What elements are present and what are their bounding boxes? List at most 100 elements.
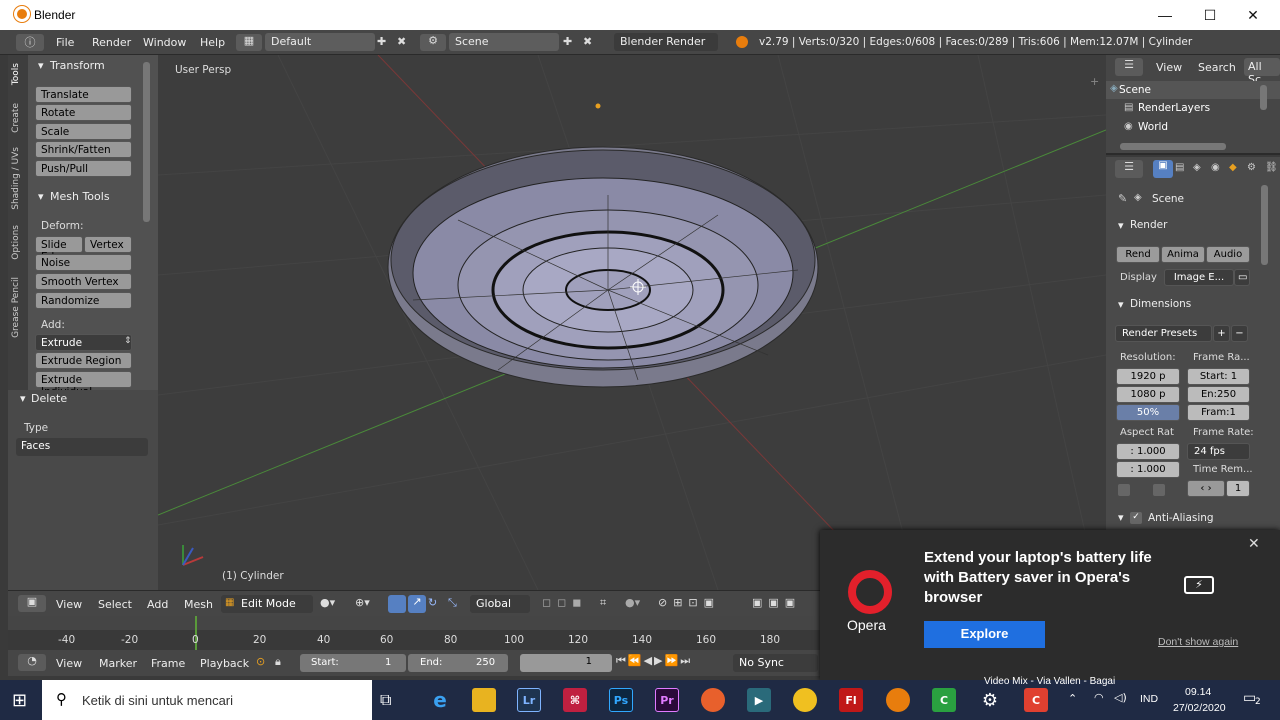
photoshop-icon[interactable]: Ps [609,688,633,712]
render-engine-select[interactable]: Blender Render [614,33,718,51]
explore-button[interactable]: Explore [924,621,1045,648]
tab-create[interactable]: Create [11,103,25,133]
close-popup-icon[interactable]: ✕ [1248,536,1260,552]
timeline[interactable]: -40 -20 0 20 40 60 80 100 120 140 160 18… [8,616,820,650]
scene-context-icon[interactable]: ◈ [1193,162,1201,173]
lock-icon[interactable]: 🔒︎ [275,655,281,669]
add-scene-icon[interactable]: ✚ [563,35,572,48]
timeline-editor-icon[interactable]: ◔ [18,654,46,671]
camtasia-icon[interactable]: C [932,688,956,712]
noise-button[interactable]: Noise [35,254,132,271]
close-window-button[interactable]: ✕ [1230,0,1276,30]
lightroom-icon[interactable]: Lr [517,688,541,712]
display-window-icon[interactable]: ▭ [1234,269,1250,286]
vertex-slide-button[interactable]: Vertex [84,236,132,253]
layout-icon[interactable]: ▦ [236,34,262,51]
mesh-tools-arrow[interactable]: ▾ [38,190,44,203]
minimize-button[interactable]: — [1142,0,1188,30]
snap-icons[interactable]: ⊘⊞⊡▣ [658,596,720,609]
shrink-fatten-button[interactable]: Shrink/Fatten [35,141,132,158]
properties-editor-icon[interactable]: ☰ [1115,160,1143,178]
premiere-icon[interactable]: Pr [655,688,679,712]
orientation-select[interactable]: Global [470,595,530,613]
proportional-edit-icon[interactable]: ●▾ [625,596,640,609]
tab-tools[interactable]: Tools [11,63,25,85]
properties-scrollbar[interactable] [1261,185,1268,265]
frame-step-field[interactable]: Fram:1 [1187,404,1250,421]
pin-icon[interactable]: ✎ [1118,192,1127,205]
outliner-editor-icon[interactable]: ☰ [1115,58,1143,76]
randomize-button[interactable]: Randomize [35,292,132,309]
remove-layout-icon[interactable]: ✖ [397,35,406,48]
outliner-world[interactable]: World [1138,121,1168,133]
time-old-field[interactable]: ‹ › [1187,480,1225,497]
playback-controls-icons[interactable]: ⏮⏪◀▶⏩⏭ [616,654,692,668]
input-language[interactable]: IND [1140,693,1158,705]
border-checkbox[interactable] [1118,484,1130,496]
capture-app-icon[interactable]: C [1024,688,1048,712]
select-menu[interactable]: Select [98,598,132,611]
frame-rate-select[interactable]: 24 fps [1187,443,1250,460]
constraint-context-icon[interactable]: ⛓ [1265,162,1278,173]
chrome-canary-icon[interactable] [793,688,817,712]
dimensions-panel-title[interactable]: Dimensions [1130,298,1191,310]
add-layout-icon[interactable]: ✚ [377,35,386,48]
tab-options[interactable]: Options [11,225,25,260]
outliner-search-menu[interactable]: Search [1198,61,1236,74]
edge-icon[interactable]: e [428,688,452,712]
mode-select[interactable]: Edit Mode [221,595,313,613]
slide-edge-button[interactable]: Slide Ed [35,236,83,263]
settings-icon[interactable]: ⚙ [978,688,1002,712]
manipulator-icon[interactable] [388,595,406,613]
time-new-field[interactable]: 1 [1226,480,1250,497]
anti-aliasing-panel-title[interactable]: Anti-Aliasing [1148,512,1214,524]
tab-grease-pencil[interactable]: Grease Pencil [11,277,25,338]
resolution-x-field[interactable]: 1920 p [1116,368,1180,385]
select-mode-icons[interactable]: ◻◻◼ [542,596,587,609]
add-menu[interactable]: Add [147,598,168,611]
frame-menu[interactable]: Frame [151,657,185,670]
add-preset-icon[interactable]: + [1213,325,1230,342]
object-context-icon[interactable]: ◆ [1229,162,1237,173]
shading-select-icon[interactable]: ●▾ [320,596,335,609]
aspect-y-field[interactable]: : 1.000 [1116,461,1180,478]
world-context-icon[interactable]: ◉ [1211,162,1220,173]
playback-menu[interactable]: Playback [200,657,249,670]
mesh-tools-panel-title[interactable]: Mesh Tools [50,190,110,203]
outliner-view-menu[interactable]: View [1156,61,1182,74]
render-context-icon[interactable]: ▣ [1153,160,1173,178]
rotate-manipulator-icon[interactable]: ↻ [428,596,437,609]
remove-scene-icon[interactable]: ✖ [583,35,592,48]
task-view-icon[interactable]: ⧉ [380,690,391,710]
pivot-select-icon[interactable]: ⊕▾ [355,596,370,609]
scale-manipulator-icon[interactable]: ⤡ [448,596,457,610]
current-frame-field[interactable]: 1 [520,654,612,672]
crop-checkbox[interactable] [1153,484,1165,496]
mesh-menu[interactable]: Mesh [184,598,213,611]
frame-end-field[interactable]: En:250 [1187,386,1250,403]
rotate-button[interactable]: Rotate [35,104,132,121]
media-app-icon[interactable]: ▶ [747,688,771,712]
tab-shading-uvs[interactable]: Shading / UVs [11,147,25,210]
network-icon[interactable]: ◠ [1094,691,1104,704]
3d-viewport[interactable]: User Persp (1) Cylinder + [158,55,1106,590]
outliner-scene[interactable]: Scene [1119,84,1151,96]
menu-window[interactable]: Window [143,36,186,49]
clock-date[interactable]: 27/02/2020 [1173,702,1226,714]
dont-show-again-link[interactable]: Don't show again [1158,636,1238,648]
editor-type-icon[interactable]: ⓘ [16,34,44,51]
display-select[interactable]: Image E... [1164,269,1234,286]
translate-manipulator-icon[interactable]: ↗ [408,595,426,613]
extrude-region-button[interactable]: Extrude Region [35,352,132,369]
maximize-button[interactable]: ☐ [1187,0,1233,30]
resolution-y-field[interactable]: 1080 p [1116,386,1180,403]
render-still-button[interactable]: Rend [1116,246,1160,263]
viewport-canvas[interactable] [158,55,1106,590]
limit-selection-icon[interactable]: ⌗ [600,596,606,610]
delete-panel-arrow[interactable]: ▾ [20,392,26,405]
scale-button[interactable]: Scale [35,123,132,140]
add-region-icon[interactable]: + [1090,75,1099,88]
delete-type-select[interactable]: Faces [16,438,148,456]
translate-button[interactable]: Translate [35,86,132,103]
menu-render[interactable]: Render [92,36,131,49]
